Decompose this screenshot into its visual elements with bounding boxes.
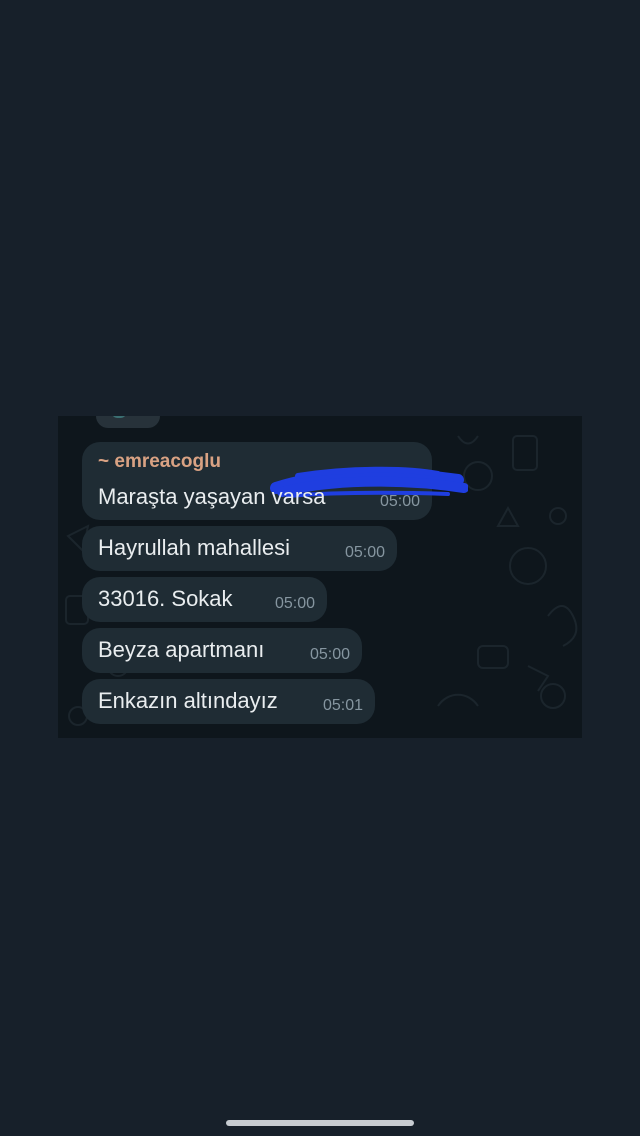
message-text: 33016. Sokak: [98, 586, 233, 611]
message-bubble[interactable]: Hayrullah mahallesi 05:00: [82, 526, 397, 571]
sender-name[interactable]: ~ emreacoglu: [98, 451, 221, 473]
message-text: Maraşta yaşayan varsa: [98, 484, 326, 509]
chat-screenshot: ~ emreacoglu Maraşta yaşayan varsa 05:00…: [58, 416, 582, 738]
message-bubble[interactable]: Beyza apartmanı 05:00: [82, 628, 362, 673]
message-timestamp: 05:00: [274, 595, 315, 612]
message-bubble[interactable]: ~ emreacoglu Maraşta yaşayan varsa 05:00: [82, 442, 468, 520]
message-timestamp: 05:00: [344, 544, 385, 561]
message-bubble[interactable]: Enkazın altındayız 05:01: [82, 679, 375, 724]
message-bubble[interactable]: 33016. Sokak 05:00: [82, 577, 327, 622]
message-timestamp: 05:00: [309, 646, 350, 663]
message-text: Hayrullah mahallesi: [98, 535, 290, 560]
home-indicator[interactable]: [226, 1120, 414, 1126]
sticker-icon: [112, 416, 126, 418]
message-text: Beyza apartmanı: [98, 637, 265, 662]
message-text: Enkazın altındayız: [98, 688, 278, 713]
message-timestamp: 05:00: [379, 493, 420, 510]
previous-message-stub: [96, 416, 160, 428]
message-timestamp: 05:01: [322, 697, 363, 714]
